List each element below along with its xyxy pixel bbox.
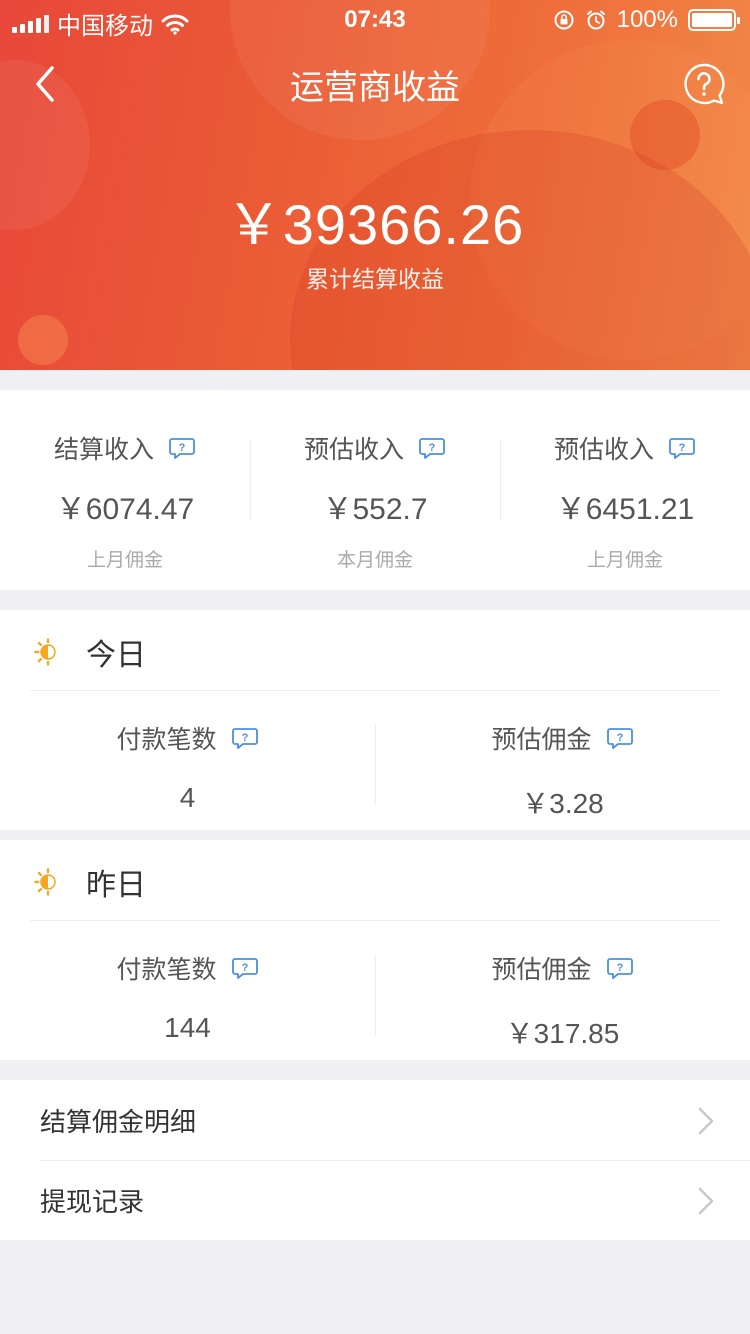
total-settled-amount: ￥39366.26 bbox=[225, 193, 525, 256]
income-value: ￥6451.21 bbox=[555, 493, 695, 526]
metric-value: ￥3.28 bbox=[521, 788, 604, 819]
header-banner: 中国移动 07:43 100% 运营商收益 ￥39366.26 累计结算收益 bbox=[0, 0, 750, 370]
metric-value: ￥317.85 bbox=[505, 1018, 620, 1049]
income-period: 上月佣金 bbox=[86, 549, 163, 571]
yesterday-estimated-commission: 预估佣金 ? ￥317.85 bbox=[375, 920, 750, 1060]
half-sun-icon bbox=[34, 638, 56, 666]
income-settled: 结算收入 ? ￥6074.47 上月佣金 bbox=[0, 390, 250, 590]
decor-circle bbox=[630, 100, 700, 170]
chevron-right-icon bbox=[698, 1107, 714, 1135]
status-right: 100% bbox=[553, 6, 740, 34]
help-button[interactable] bbox=[682, 62, 726, 106]
svg-text:?: ? bbox=[241, 732, 248, 744]
menu-list: 结算佣金明细 提现记录 bbox=[0, 1080, 750, 1240]
info-bubble-icon[interactable]: ? bbox=[606, 957, 634, 979]
svg-text:?: ? bbox=[616, 732, 623, 744]
info-bubble-icon[interactable]: ? bbox=[418, 437, 446, 459]
metric-value: 4 bbox=[179, 782, 196, 813]
svg-text:?: ? bbox=[241, 962, 248, 974]
today-card: 今日 付款笔数 ? 4 预估佣金 ? ￥3.28 bbox=[0, 610, 750, 830]
chevron-right-icon bbox=[698, 1187, 714, 1215]
status-bar: 中国移动 07:43 100% bbox=[0, 0, 750, 40]
income-period: 上月佣金 bbox=[586, 549, 663, 571]
info-bubble-icon[interactable]: ? bbox=[606, 727, 634, 749]
income-summary-card: 结算收入 ? ￥6074.47 上月佣金 预估收入 ? ￥552.7 本月佣金 … bbox=[0, 390, 750, 590]
income-value: ￥6074.47 bbox=[55, 493, 195, 526]
alarm-icon bbox=[586, 10, 605, 30]
svg-text:?: ? bbox=[616, 962, 623, 974]
today-payment-count: 付款笔数 ? 4 bbox=[0, 690, 375, 830]
svg-text:?: ? bbox=[429, 442, 436, 454]
half-sun-icon bbox=[34, 868, 56, 896]
income-label: 结算收入 bbox=[53, 435, 154, 464]
decor-circle bbox=[18, 315, 68, 365]
metric-label: 付款笔数 bbox=[116, 725, 217, 754]
menu-item-label: 结算佣金明细 bbox=[40, 1108, 197, 1138]
info-bubble-icon[interactable]: ? bbox=[668, 437, 696, 459]
battery-icon bbox=[688, 9, 740, 31]
menu-item-label: 提现记录 bbox=[40, 1188, 145, 1218]
section-title-today: 今日 bbox=[86, 638, 146, 673]
income-period: 本月佣金 bbox=[336, 549, 413, 571]
income-value: ￥552.7 bbox=[322, 493, 428, 526]
income-label: 预估收入 bbox=[303, 435, 404, 464]
info-bubble-icon[interactable]: ? bbox=[168, 437, 196, 459]
income-estimated-this-month: 预估收入 ? ￥552.7 本月佣金 bbox=[250, 390, 500, 590]
menu-item-settlement-details[interactable]: 结算佣金明细 bbox=[0, 1080, 750, 1160]
metric-value: 144 bbox=[164, 1012, 211, 1043]
question-bubble-icon bbox=[684, 63, 725, 105]
section-title-yesterday: 昨日 bbox=[86, 868, 146, 903]
svg-text:?: ? bbox=[679, 442, 686, 454]
metric-label: 付款笔数 bbox=[116, 955, 217, 984]
yesterday-payment-count: 付款笔数 ? 144 bbox=[0, 920, 375, 1060]
info-bubble-icon[interactable]: ? bbox=[231, 957, 259, 979]
rotation-lock-icon bbox=[554, 10, 574, 30]
today-estimated-commission: 预估佣金 ? ￥3.28 bbox=[375, 690, 750, 830]
menu-item-withdrawal-records[interactable]: 提现记录 bbox=[0, 1160, 750, 1240]
svg-text:?: ? bbox=[179, 442, 186, 454]
yesterday-card: 昨日 付款笔数 ? 144 预估佣金 ? ￥317.85 bbox=[0, 840, 750, 1060]
total-settled-label: 累计结算收益 bbox=[306, 267, 444, 293]
income-estimated-last-month: 预估收入 ? ￥6451.21 上月佣金 bbox=[500, 390, 750, 590]
battery-percent: 100% bbox=[616, 6, 678, 33]
info-bubble-icon[interactable]: ? bbox=[231, 727, 259, 749]
income-label: 预估收入 bbox=[553, 435, 654, 464]
metric-label: 预估佣金 bbox=[491, 955, 592, 984]
metric-label: 预估佣金 bbox=[491, 725, 592, 754]
page-title: 运营商收益 bbox=[290, 68, 460, 108]
